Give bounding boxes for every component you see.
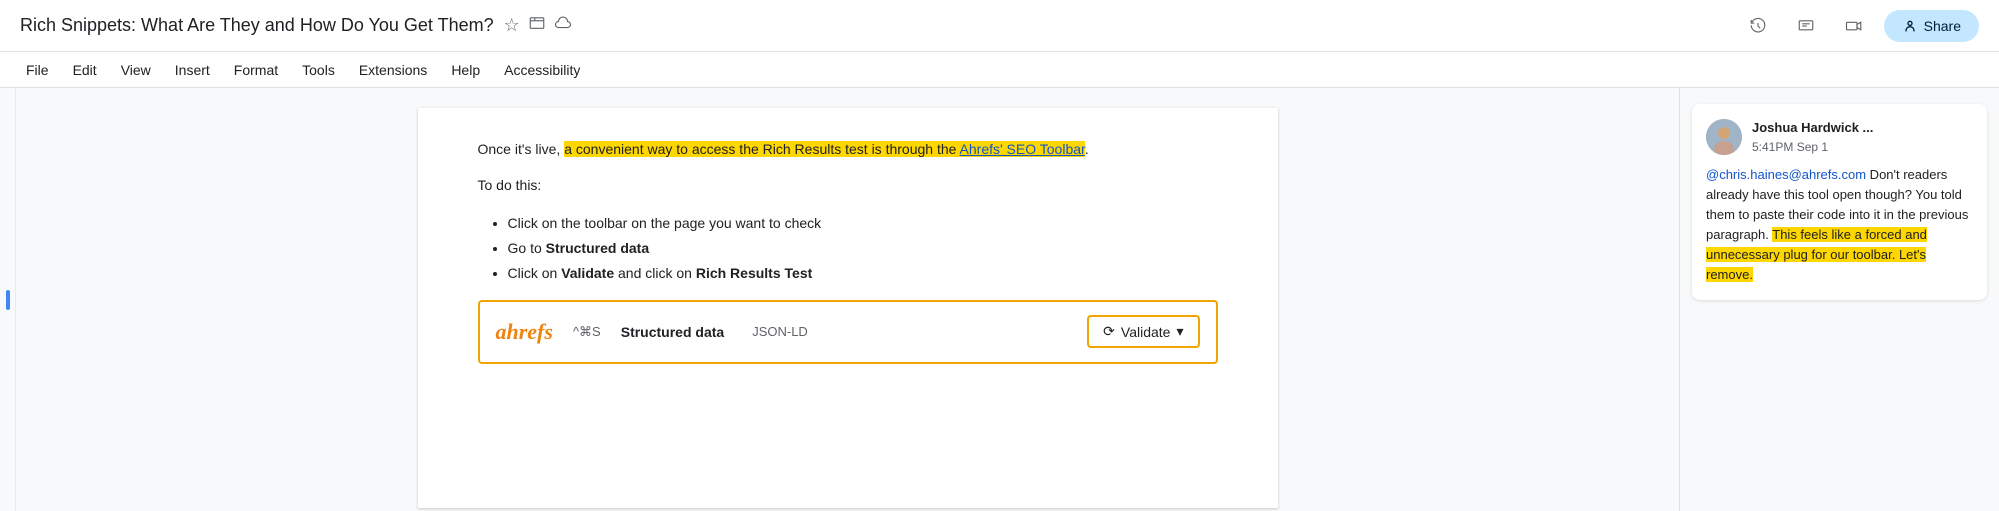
comments-button[interactable]: [1788, 8, 1824, 44]
bullet-list: Click on the toolbar on the page you wan…: [508, 211, 1218, 287]
title-icons: ☆: [504, 14, 572, 37]
para1-highlighted: a convenient way to access the Rich Resu…: [564, 141, 1085, 157]
avatar-svg: [1706, 119, 1742, 155]
validate-button[interactable]: ⟳ Validate ▾: [1087, 315, 1199, 348]
margin-indicator: [6, 290, 10, 310]
title-right: Share: [1740, 8, 1979, 44]
bullet-item-3: Click on Validate and click on Rich Resu…: [508, 261, 1218, 286]
main-area: Once it's live, a convenient way to acce…: [0, 88, 1999, 511]
share-icon: [1902, 18, 1918, 34]
validate-dropdown-icon: ▾: [1176, 323, 1183, 340]
doc-title: Rich Snippets: What Are They and How Do …: [20, 15, 494, 36]
left-margin: [0, 88, 16, 511]
doc-page: Once it's live, a convenient way to acce…: [418, 108, 1278, 508]
plugin-shortcut: ^⌘S: [573, 322, 601, 343]
editor-area: Once it's live, a convenient way to acce…: [16, 88, 1679, 511]
menu-extensions[interactable]: Extensions: [349, 58, 437, 82]
comment-header: Joshua Hardwick ... 5:41PM Sep 1: [1706, 118, 1973, 157]
comment-author-info: Joshua Hardwick ... 5:41PM Sep 1: [1752, 118, 1873, 157]
avatar: [1706, 119, 1742, 155]
para1-before: Once it's live,: [478, 141, 565, 157]
para1-period: .: [1085, 141, 1089, 157]
validate-icon: ⟳: [1103, 323, 1115, 340]
menu-help[interactable]: Help: [441, 58, 490, 82]
drive-icon[interactable]: [528, 14, 546, 37]
title-bar: Rich Snippets: What Are They and How Do …: [0, 0, 1999, 52]
bullet-item-2: Go to Structured data: [508, 236, 1218, 261]
bullet-item-1: Click on the toolbar on the page you wan…: [508, 211, 1218, 236]
title-left: Rich Snippets: What Are They and How Do …: [20, 14, 572, 37]
share-button[interactable]: Share: [1884, 10, 1979, 42]
menu-edit[interactable]: Edit: [63, 58, 107, 82]
menu-format[interactable]: Format: [224, 58, 288, 82]
menu-bar: File Edit View Insert Format Tools Exten…: [0, 52, 1999, 88]
menu-insert[interactable]: Insert: [165, 58, 220, 82]
plugin-label: Structured data: [621, 321, 724, 343]
paragraph-2: To do this:: [478, 174, 1218, 196]
menu-accessibility[interactable]: Accessibility: [494, 58, 590, 82]
meet-button[interactable]: [1836, 8, 1872, 44]
avatar-image: [1706, 119, 1742, 155]
menu-file[interactable]: File: [16, 58, 59, 82]
menu-tools[interactable]: Tools: [292, 58, 345, 82]
paragraph-1: Once it's live, a convenient way to acce…: [478, 138, 1218, 160]
comment-mention[interactable]: @chris.haines@ahrefs.com: [1706, 167, 1866, 182]
comment-sidebar: Joshua Hardwick ... 5:41PM Sep 1 @chris.…: [1679, 88, 1999, 511]
star-icon[interactable]: ☆: [504, 15, 520, 36]
ahrefs-seo-toolbar-link[interactable]: Ahrefs' SEO Toolbar: [960, 141, 1085, 157]
comment-timestamp: 5:41PM Sep 1: [1752, 138, 1873, 157]
menu-view[interactable]: View: [111, 58, 161, 82]
json-ld-badge: JSON-LD: [752, 322, 808, 343]
comment-card: Joshua Hardwick ... 5:41PM Sep 1 @chris.…: [1692, 104, 1987, 300]
history-button[interactable]: [1740, 8, 1776, 44]
plugin-box: ahrefs ^⌘S Structured data JSON-LD ⟳ Val…: [478, 300, 1218, 363]
comment-body: @chris.haines@ahrefs.com Don't readers a…: [1706, 165, 1973, 286]
comment-author-name: Joshua Hardwick ...: [1752, 118, 1873, 138]
ahrefs-logo: ahrefs: [496, 314, 553, 349]
cloud-icon[interactable]: [554, 14, 572, 37]
